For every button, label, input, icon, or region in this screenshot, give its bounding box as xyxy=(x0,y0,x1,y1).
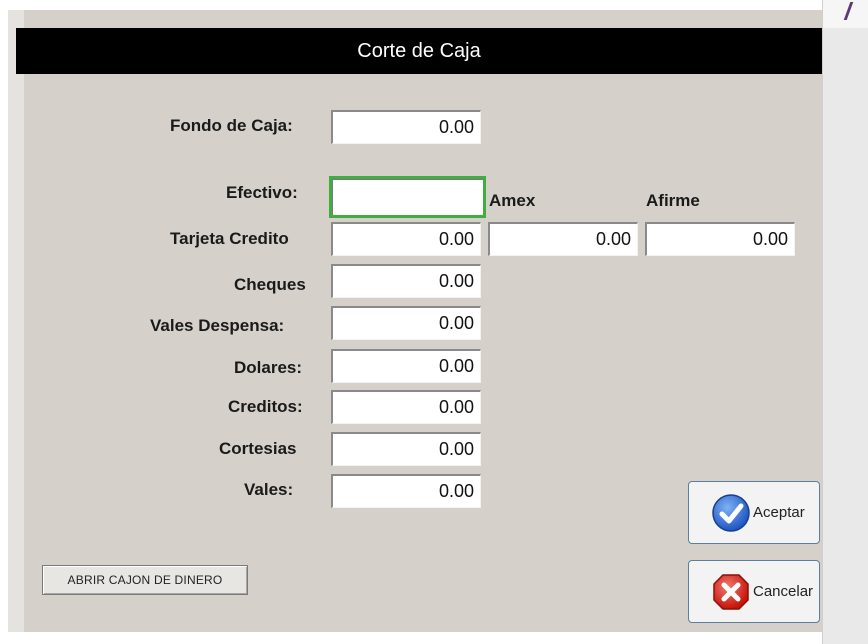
cancel-button[interactable]: Cancelar xyxy=(688,560,820,623)
tarjeta-credito-label: Tarjeta Credito xyxy=(170,229,289,248)
vales-label: Vales: xyxy=(244,480,294,499)
tarjeta-credito-field[interactable] xyxy=(331,222,481,256)
afirme-field[interactable] xyxy=(645,222,795,256)
efectivo-label: Efectivo: xyxy=(226,183,298,202)
check-circle-icon xyxy=(711,493,751,533)
dialog-titlebar: Corte de Caja xyxy=(16,28,822,74)
amex-label: Amex xyxy=(489,191,536,210)
cancel-label: Cancelar xyxy=(753,583,814,600)
afirme-label: Afirme xyxy=(646,191,700,210)
dolares-field[interactable] xyxy=(331,349,481,383)
document-icon[interactable] xyxy=(822,0,868,28)
accept-label: Aceptar xyxy=(753,504,805,521)
open-cash-drawer-label: ABRIR CAJON DE DINERO xyxy=(67,573,223,587)
accept-button[interactable]: Aceptar xyxy=(688,481,820,544)
vales-despensa-label: Vales Despensa: xyxy=(150,316,285,335)
dialog-title: Corte de Caja xyxy=(357,39,481,62)
open-cash-drawer-button[interactable]: ABRIR CAJON DE DINERO xyxy=(42,565,248,595)
cheques-label: Cheques xyxy=(234,275,306,294)
dialog-left-edge xyxy=(8,10,24,638)
desktop-right-strip xyxy=(822,28,868,644)
fondo-de-caja-field[interactable] xyxy=(331,110,481,144)
desktop-background xyxy=(0,0,868,10)
dialog-bottom-edge xyxy=(8,632,822,644)
efectivo-field[interactable] xyxy=(329,176,486,218)
cortesias-label: Cortesias xyxy=(219,439,297,458)
vales-despensa-field[interactable] xyxy=(331,306,481,340)
dolares-label: Dolares: xyxy=(234,358,303,377)
cheques-field[interactable] xyxy=(331,264,481,298)
amex-field[interactable] xyxy=(488,222,638,256)
x-cross-icon xyxy=(711,572,751,612)
creditos-label: Creditos: xyxy=(228,397,303,416)
fondo-label: Fondo de Caja: xyxy=(170,116,293,135)
creditos-field[interactable] xyxy=(331,390,481,424)
cortesias-field[interactable] xyxy=(331,432,481,466)
vales-field[interactable] xyxy=(331,474,481,508)
